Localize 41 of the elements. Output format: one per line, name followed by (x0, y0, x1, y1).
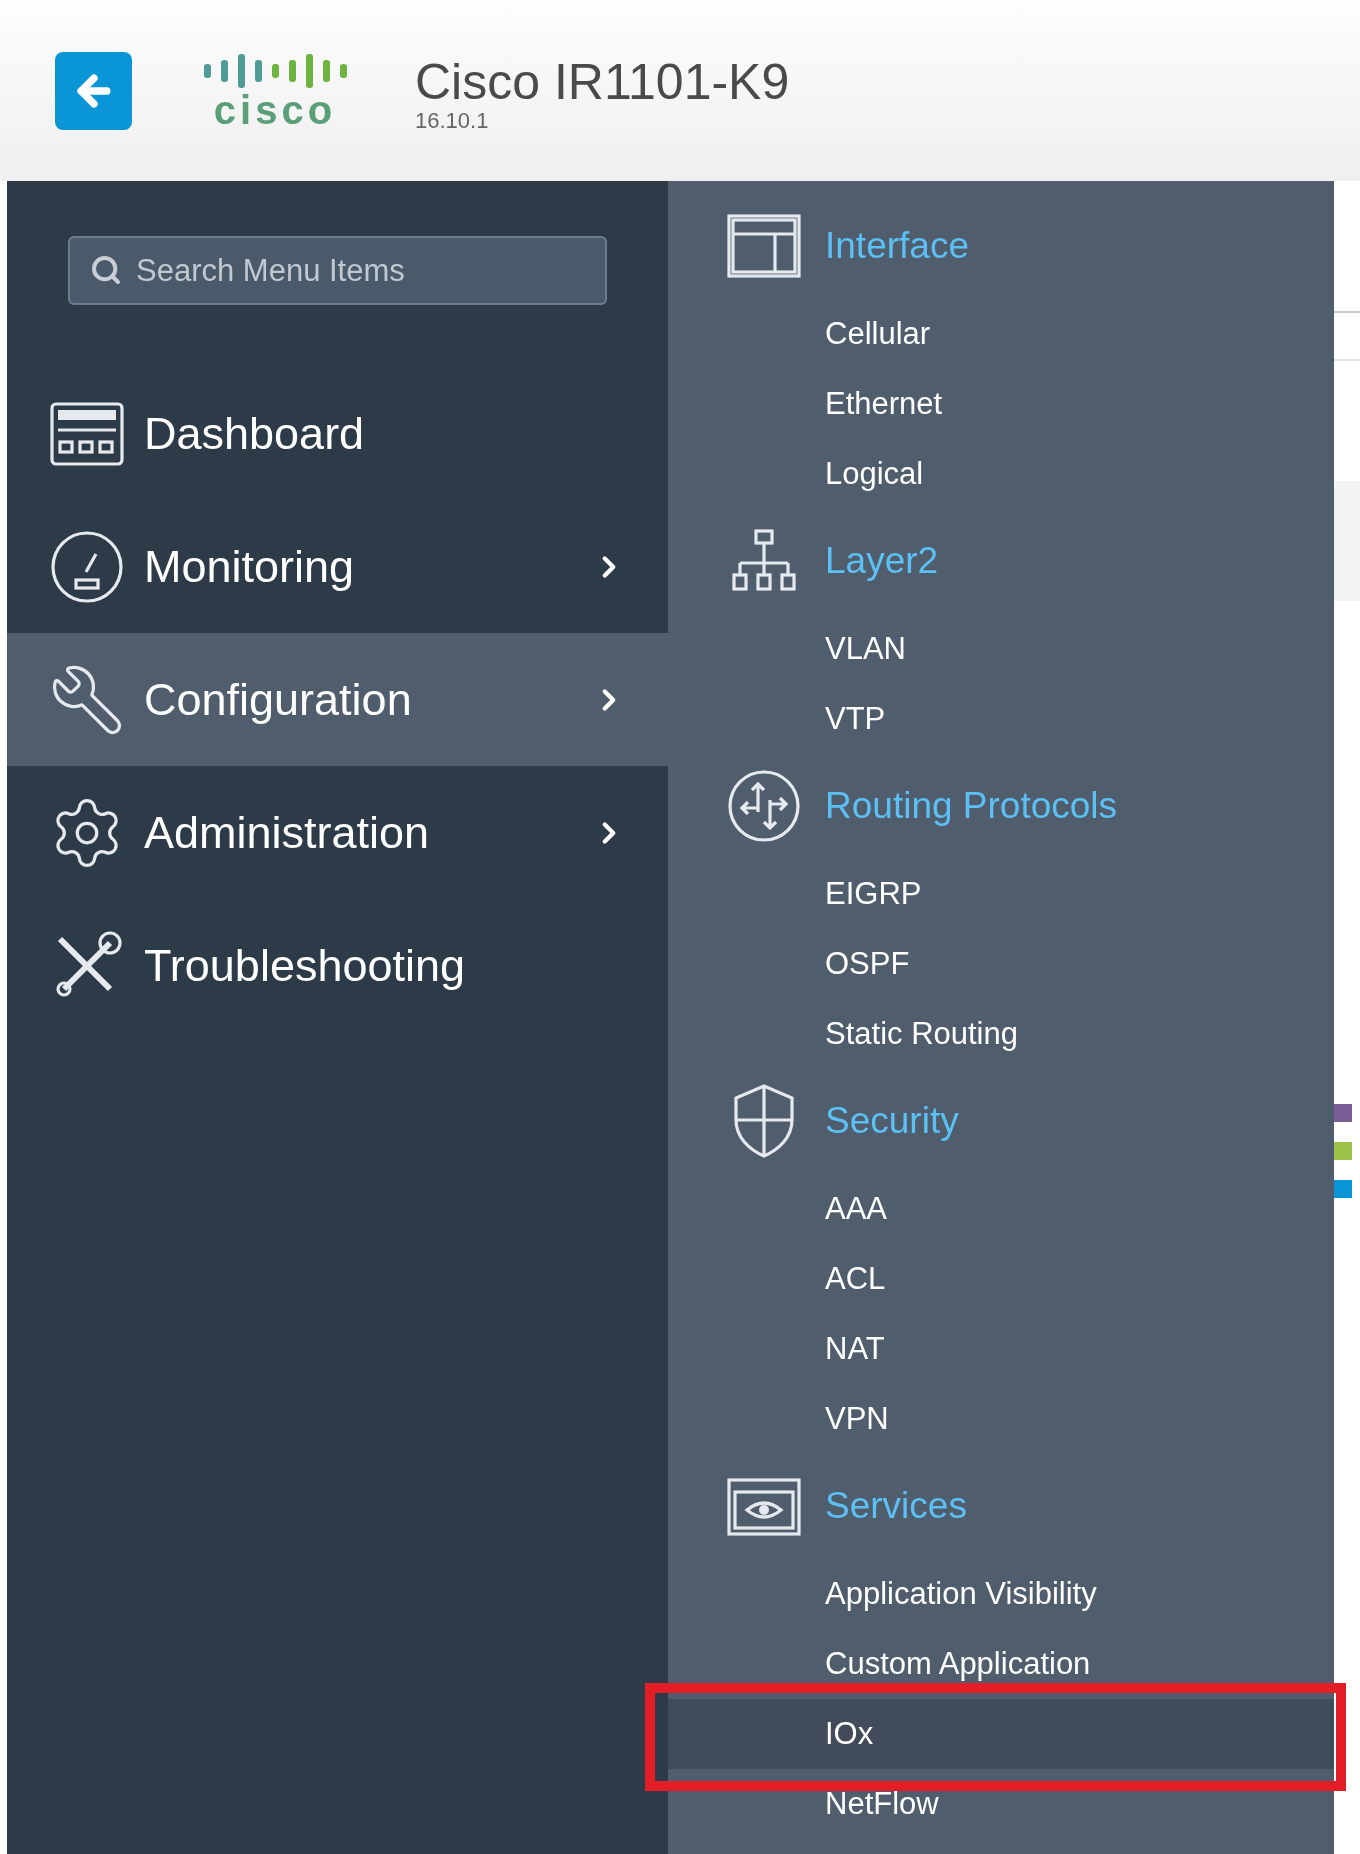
submenu-item[interactable]: Static Routing (668, 999, 1334, 1069)
menu-label: Dashboard (144, 406, 366, 461)
submenu-item[interactable]: Application Visibility (668, 1559, 1334, 1629)
menu-item[interactable]: Troubleshooting (7, 899, 668, 1032)
legend-swatch (1334, 1180, 1352, 1198)
back-button[interactable] (55, 51, 132, 130)
shield-icon (732, 1083, 796, 1158)
submenu-item[interactable]: Logical (668, 439, 1334, 509)
submenu-item[interactable]: Cellular (668, 299, 1334, 369)
menu-label: Monitoring (144, 539, 356, 594)
dashboard-icon (50, 401, 124, 466)
submenu-item[interactable]: Custom Application (668, 1629, 1334, 1699)
search-icon (90, 254, 122, 286)
submenu-item[interactable]: IOx (668, 1699, 1334, 1769)
gauge-icon (50, 529, 124, 604)
legend-swatch (1334, 1142, 1352, 1160)
submenu-item[interactable]: AAA (668, 1174, 1334, 1244)
legend-swatch (1334, 1104, 1352, 1122)
submenu-item[interactable]: EIGRP (668, 859, 1334, 929)
submenu-item[interactable]: VTP (668, 684, 1334, 754)
menu-label: Configuration (144, 672, 413, 727)
submenu-item[interactable]: NAT (668, 1314, 1334, 1384)
version-label: 16.10.1 (415, 108, 490, 133)
submenu-item[interactable]: Ethernet (668, 369, 1334, 439)
menu-label: Troubleshooting (144, 938, 467, 993)
submenu-item[interactable]: VLAN (668, 614, 1334, 684)
menu-item[interactable]: Configuration (7, 633, 668, 766)
menu-item[interactable]: Dashboard (7, 367, 668, 500)
menu-label: Administration (144, 805, 431, 860)
submenu-item[interactable]: ACL (668, 1244, 1334, 1314)
submenu-item[interactable]: NetFlow (668, 1769, 1334, 1839)
logo-wordmark: cisco (213, 89, 337, 130)
network-icon (730, 528, 798, 593)
menu-item[interactable]: Administration (7, 766, 668, 899)
layout-icon (727, 213, 801, 278)
submenu-item[interactable]: OSPF (668, 929, 1334, 999)
search-field[interactable]: Search Menu Items (68, 236, 607, 305)
menu-item[interactable]: Monitoring (7, 500, 668, 633)
routing-icon (726, 767, 802, 844)
device-title: Cisco IR1101-K9 (415, 54, 790, 109)
submenu-item[interactable]: VPN (668, 1384, 1334, 1454)
